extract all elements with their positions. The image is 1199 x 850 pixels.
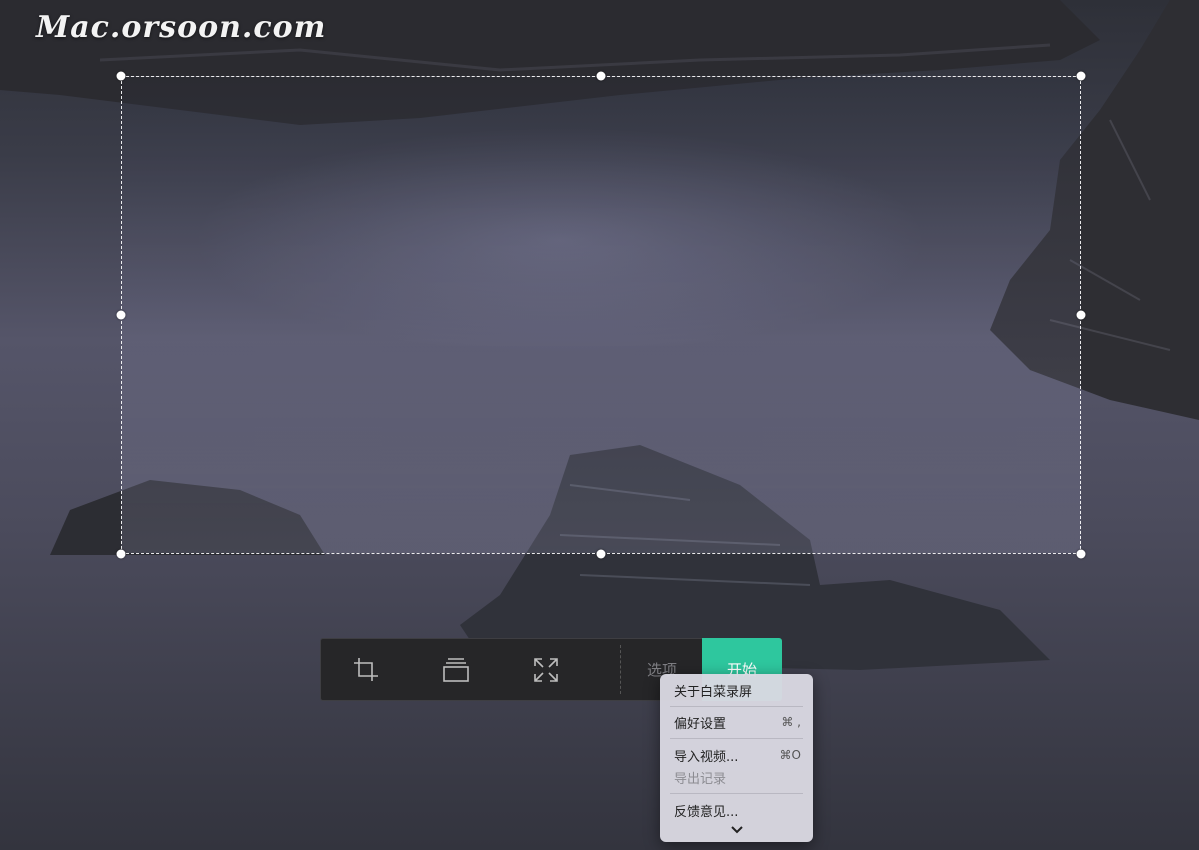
resize-handle-right[interactable] (1076, 310, 1086, 320)
fullscreen-button[interactable] (501, 639, 591, 700)
crop-area-button[interactable] (321, 639, 411, 700)
resize-handle-top[interactable] (596, 71, 606, 81)
resize-handle-bottom-left[interactable] (116, 549, 126, 559)
menu-item-about[interactable]: 关于白菜录屏 (674, 680, 801, 700)
menu-item-label: 偏好设置 (674, 716, 727, 732)
window-icon (443, 657, 469, 682)
resize-handle-bottom[interactable] (596, 549, 606, 559)
resize-handle-top-left[interactable] (116, 71, 126, 81)
chevron-down-icon (730, 826, 743, 834)
menu-item-label: 反馈意见... (674, 804, 739, 820)
menu-item-preferences[interactable]: 偏好设置 ⌘ , (674, 712, 801, 732)
menu-item-label: 导出记录 (674, 771, 727, 787)
menu-item-export-records: 导出记录 (674, 767, 801, 787)
menu-item-label: 导入视频... (674, 749, 739, 765)
window-capture-button[interactable] (411, 639, 501, 700)
menu-separator (670, 706, 803, 707)
fullscreen-icon (534, 657, 558, 682)
menu-shortcut: ⌘ , (781, 715, 801, 729)
menu-shortcut: ⌘O (779, 748, 801, 762)
menu-item-label: 关于白菜录屏 (674, 684, 753, 700)
recording-area-selection[interactable] (121, 76, 1081, 554)
crop-icon (354, 657, 378, 681)
menu-item-import-video[interactable]: 导入视频... ⌘O (674, 745, 801, 765)
menu-scroll-down[interactable] (660, 822, 813, 838)
options-menu: 关于白菜录屏 偏好设置 ⌘ , 导入视频... ⌘O 导出记录 反馈意见... (660, 674, 813, 842)
menu-separator (670, 793, 803, 794)
menu-item-feedback[interactable]: 反馈意见... (674, 800, 801, 820)
watermark: Mac.orsoon.com (36, 10, 327, 45)
resize-handle-top-right[interactable] (1076, 71, 1086, 81)
menu-separator (670, 738, 803, 739)
resize-handle-left[interactable] (116, 310, 126, 320)
resize-handle-bottom-right[interactable] (1076, 549, 1086, 559)
